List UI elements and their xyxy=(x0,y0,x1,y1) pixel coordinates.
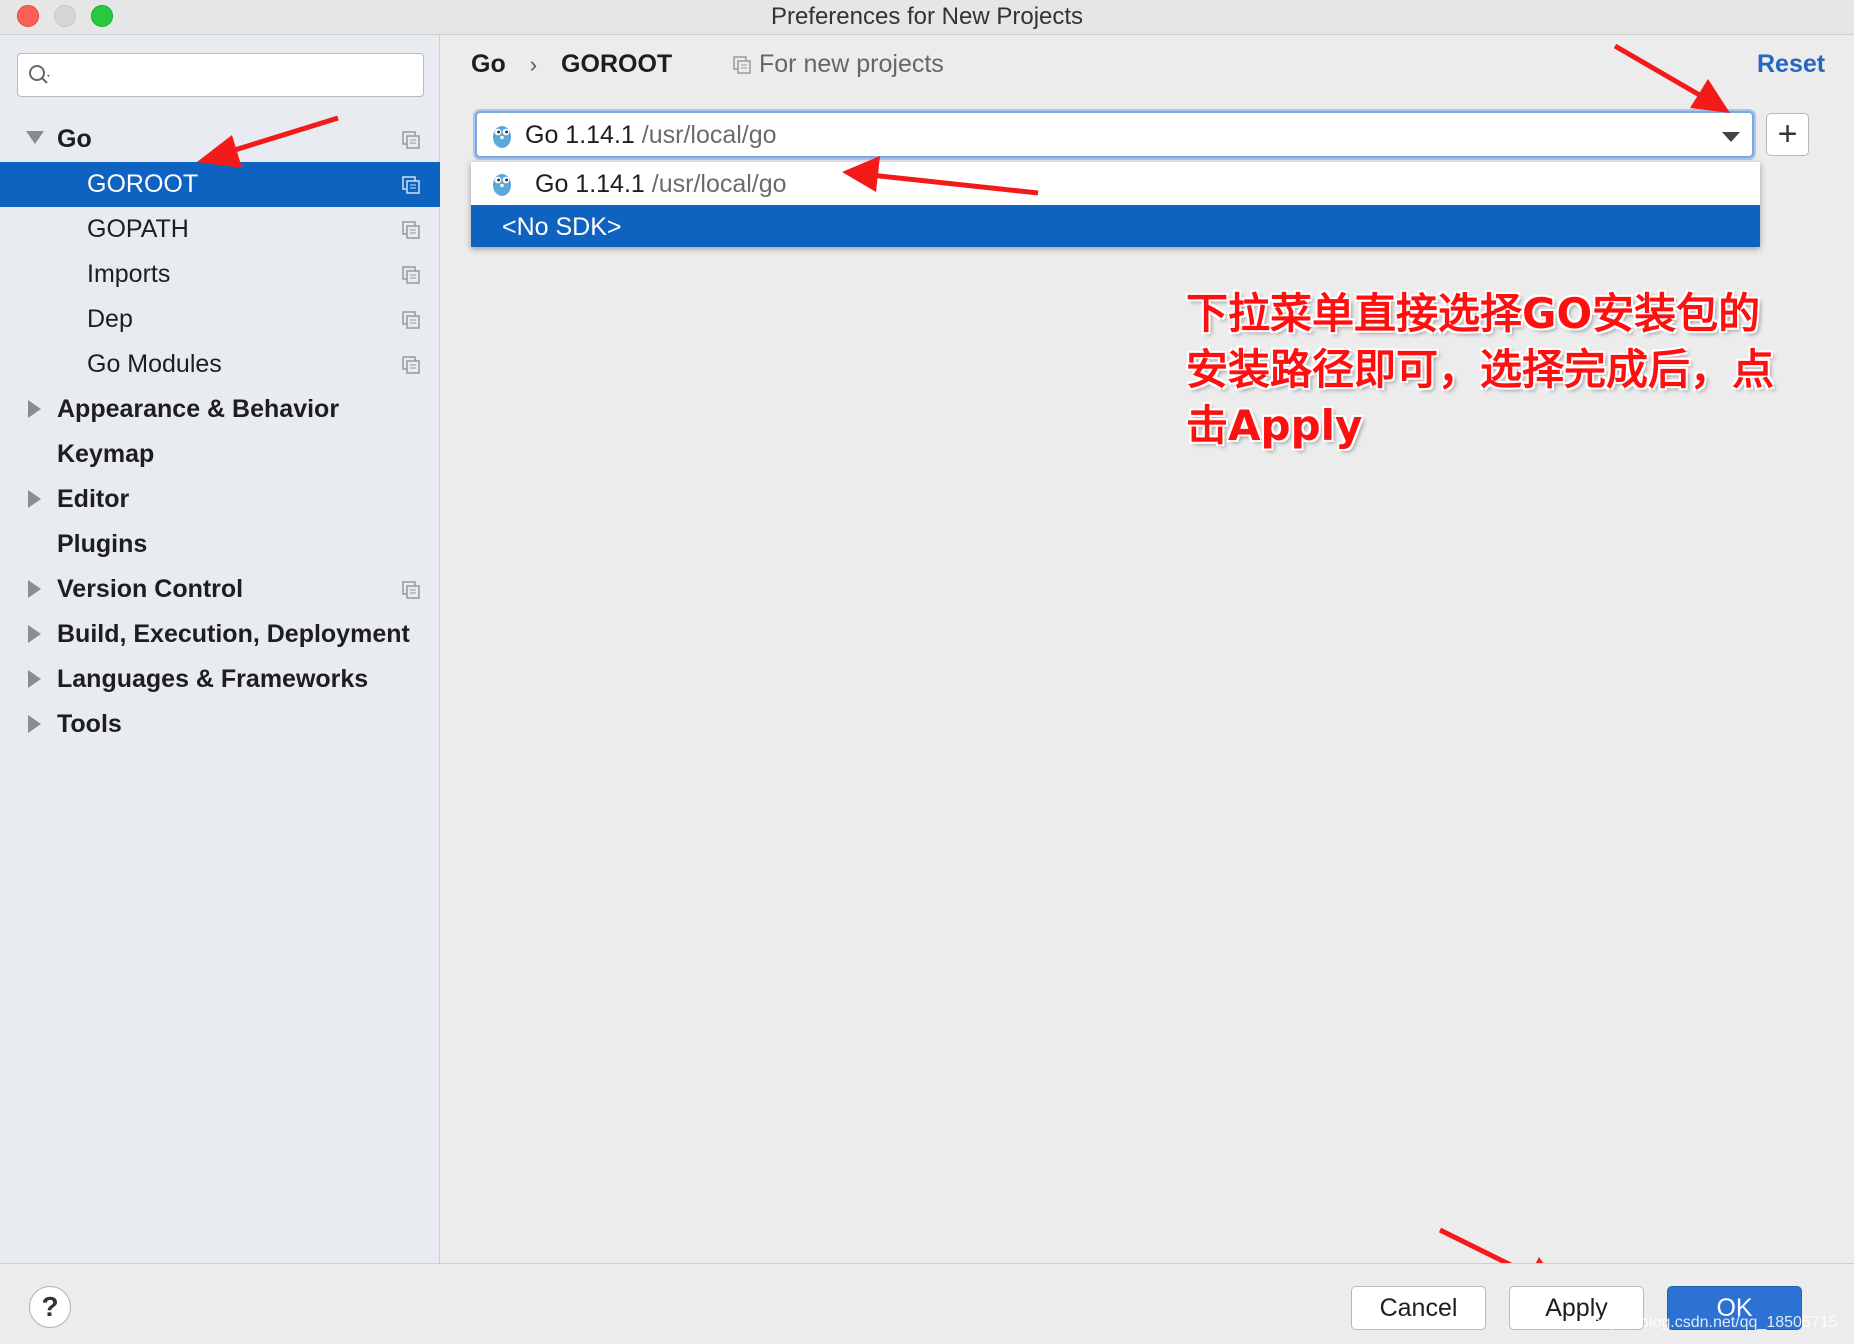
project-level-icon xyxy=(402,311,420,329)
sdk-option-text: Go 1.14.1 /usr/local/go xyxy=(535,170,787,199)
chevron-down-icon[interactable] xyxy=(1722,132,1740,142)
project-level-icon xyxy=(402,131,420,149)
search-input[interactable] xyxy=(68,60,408,90)
sdk-name: Go 1.14.1 xyxy=(525,121,635,149)
sidebar-item-label: GOPATH xyxy=(87,215,189,243)
project-level-icon xyxy=(402,176,420,194)
sidebar-item-label: Dep xyxy=(87,305,133,333)
sidebar-item-go[interactable]: Go xyxy=(0,117,440,162)
collapsed-arrow-icon[interactable] xyxy=(28,715,41,733)
annotation-text: 下拉菜单直接选择GO安装包的安装路径即可，选择完成后，点击Apply xyxy=(1186,289,1775,450)
sidebar-item-goroot[interactable]: GOROOT xyxy=(0,162,440,207)
sdk-option-no-sdk[interactable]: <No SDK> xyxy=(471,205,1760,247)
sidebar-item-label: Appearance & Behavior xyxy=(57,395,340,423)
sidebar-item-label: Imports xyxy=(87,260,171,288)
sidebar-item-label: Keymap xyxy=(57,440,155,468)
sidebar-item-editor[interactable]: Editor xyxy=(0,477,440,522)
sdk-dropdown-list: Go 1.14.1 /usr/local/go <No SDK> xyxy=(471,162,1760,247)
sidebar-item-label: Tools xyxy=(57,710,122,738)
sidebar-item-label: Editor xyxy=(57,485,130,513)
sidebar-item-dep[interactable]: Dep xyxy=(0,297,440,342)
sdk-option-name: <No SDK> xyxy=(502,213,622,241)
project-level-icon xyxy=(402,356,420,374)
sidebar-item-tools[interactable]: Tools xyxy=(0,702,440,747)
collapsed-arrow-icon[interactable] xyxy=(28,400,41,418)
breadcrumb-current: GOROOT xyxy=(561,50,673,78)
sdk-option[interactable]: Go 1.14.1 /usr/local/go xyxy=(471,162,1760,204)
sidebar-item-imports[interactable]: Imports xyxy=(0,252,440,297)
collapsed-arrow-icon[interactable] xyxy=(28,490,41,508)
sidebar-item-label: Version Control xyxy=(57,575,244,603)
sdk-option-path: /usr/local/go xyxy=(651,170,787,198)
collapsed-arrow-icon[interactable] xyxy=(28,670,41,688)
scope-text: For new projects xyxy=(759,50,944,78)
breadcrumb: Go › GOROOT xyxy=(471,50,672,79)
sidebar-item-label: Build, Execution, Deployment xyxy=(57,620,410,648)
watermark-text: https://blog.csdn.net/qq_18505715 xyxy=(1592,1314,1838,1331)
help-button[interactable]: ? xyxy=(29,1286,71,1328)
sidebar-item-label: Go Modules xyxy=(87,350,222,378)
sdk-selected-value: Go 1.14.1 /usr/local/go xyxy=(525,121,777,150)
sidebar-item-version-control[interactable]: Version Control xyxy=(0,567,440,612)
settings-sidebar: Go GOROOT GOPATH Imports Dep Go Modules … xyxy=(0,35,440,1263)
project-level-icon xyxy=(733,55,751,74)
sidebar-item-languages-frameworks[interactable]: Languages & Frameworks xyxy=(0,657,440,702)
sidebar-item-build-execution-deployment[interactable]: Build, Execution, Deployment xyxy=(0,612,440,657)
sdk-option-name: Go 1.14.1 xyxy=(535,170,645,198)
project-level-icon xyxy=(402,581,420,599)
window-title: Preferences for New Projects xyxy=(770,3,1084,30)
gopher-icon xyxy=(493,126,511,148)
sdk-combobox[interactable]: Go 1.14.1 /usr/local/go xyxy=(475,111,1754,158)
collapsed-arrow-icon[interactable] xyxy=(28,625,41,643)
gopher-icon xyxy=(493,174,511,196)
project-level-icon xyxy=(402,221,420,239)
scope-label: For new projects xyxy=(733,50,944,79)
cancel-button[interactable]: Cancel xyxy=(1351,1286,1486,1330)
reset-link[interactable]: Reset xyxy=(1757,50,1825,79)
breadcrumb-parent[interactable]: Go xyxy=(471,50,506,79)
sidebar-item-go-modules[interactable]: Go Modules xyxy=(0,342,440,387)
sidebar-item-label: GOROOT xyxy=(87,170,199,198)
breadcrumb-separator: › xyxy=(529,51,538,77)
sidebar-item-gopath[interactable]: GOPATH xyxy=(0,207,440,252)
sidebar-item-label: Go xyxy=(57,125,92,153)
sidebar-item-plugins[interactable]: Plugins xyxy=(0,522,440,567)
sidebar-item-label: Plugins xyxy=(57,530,148,558)
title-bar: Preferences for New Projects xyxy=(0,0,1854,35)
sidebar-item-keymap[interactable]: Keymap xyxy=(0,432,440,477)
project-level-icon xyxy=(402,266,420,284)
sdk-path: /usr/local/go xyxy=(641,121,777,149)
search-icon xyxy=(29,65,50,84)
add-sdk-button[interactable]: + xyxy=(1766,113,1809,156)
settings-search[interactable] xyxy=(17,53,424,97)
sidebar-item-appearance-behavior[interactable]: Appearance & Behavior xyxy=(0,387,440,432)
sidebar-item-label: Languages & Frameworks xyxy=(57,665,369,693)
expanded-arrow-icon[interactable] xyxy=(26,131,44,144)
collapsed-arrow-icon[interactable] xyxy=(28,580,41,598)
annotation-arrow-icon xyxy=(1613,43,1730,113)
